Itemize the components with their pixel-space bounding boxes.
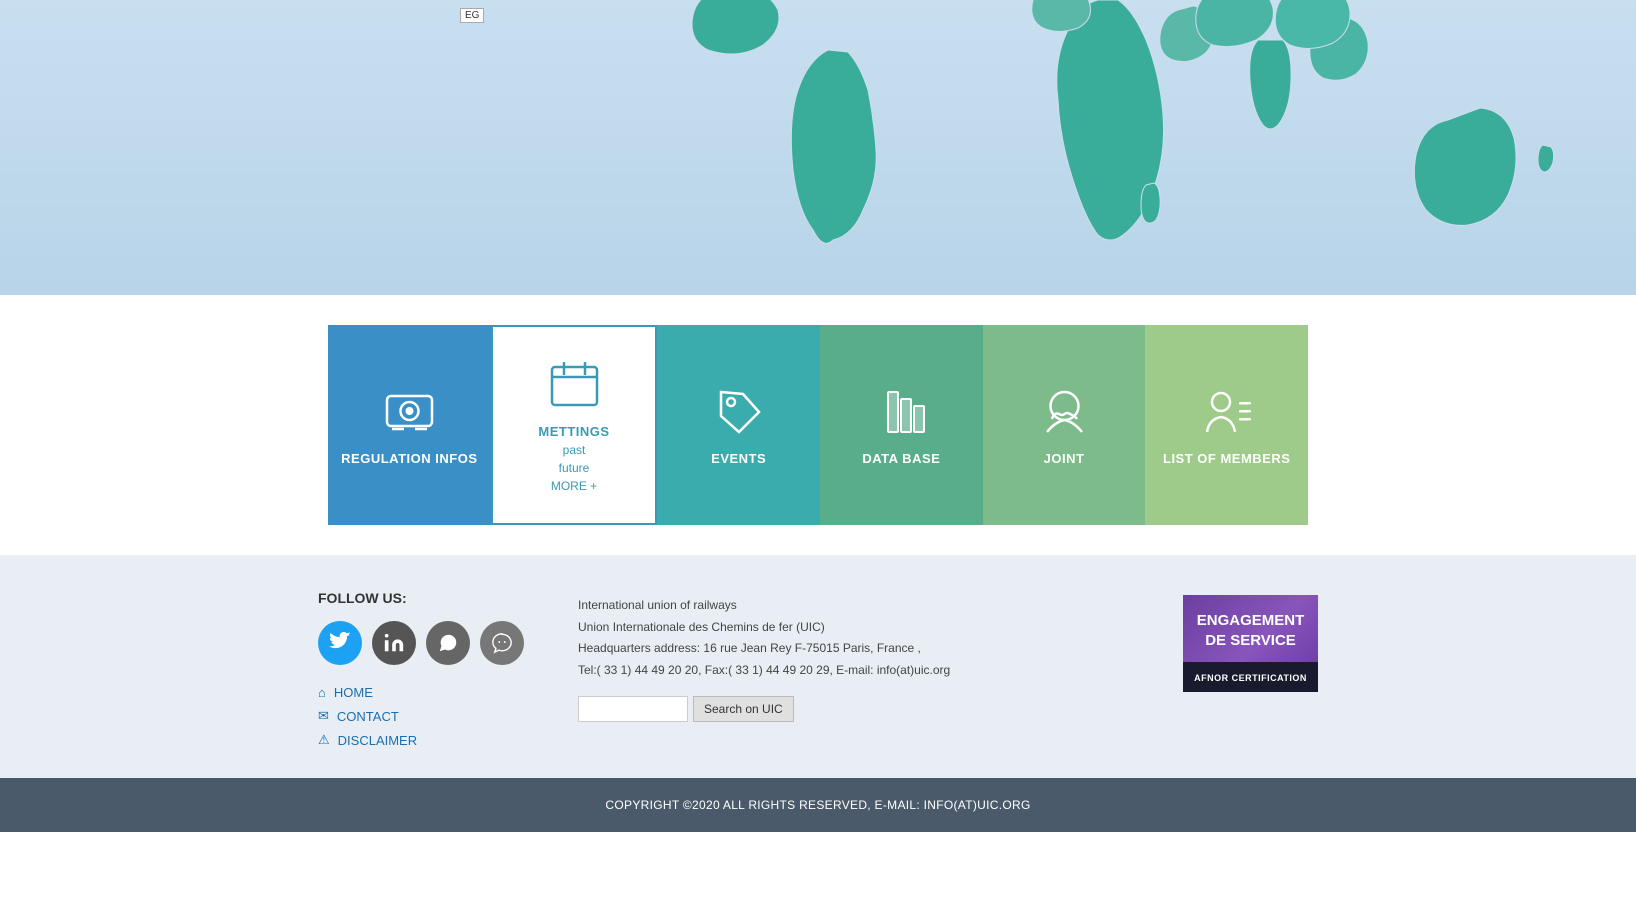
card-joint[interactable]: JOINT [983, 325, 1146, 525]
card-database[interactable]: DATA BASE [820, 325, 983, 525]
eye-icon [382, 384, 437, 439]
certification-badge: ENGAGEMENT DE SERVICE AFNOR CERTIFICATIO… [1183, 595, 1318, 692]
footer-middle: International union of railways Union In… [578, 590, 1118, 748]
envelope-icon: ✉ [318, 708, 329, 724]
calendar-icon [547, 357, 602, 412]
card-database-title: DATA BASE [862, 451, 940, 466]
home-icon: ⌂ [318, 685, 326, 700]
cards-section: REGULATION INFOS METTINGS past future MO… [0, 295, 1636, 555]
twitter-icon[interactable] [318, 621, 362, 665]
card-mettings-more: MORE + [551, 479, 597, 493]
footer-nav: ⌂ HOME ✉ CONTACT ⚠ DISCLAIMER [318, 685, 538, 748]
card-list-of-members-title: LIST OF MEMBERS [1163, 451, 1290, 466]
wechat-icon[interactable] [480, 621, 524, 665]
search-row: Search on UIC [578, 696, 1118, 722]
cards-container: REGULATION INFOS METTINGS past future MO… [328, 325, 1308, 525]
follow-label: FOLLOW US: [318, 590, 538, 606]
database-icon [874, 384, 929, 439]
world-map [598, 0, 1636, 295]
person-list-icon [1199, 384, 1254, 439]
org-name-fr: Union Internationale des Chemins de fer … [578, 617, 1118, 639]
card-joint-title: JOINT [1044, 451, 1085, 466]
org-info: International union of railways Union In… [578, 595, 1118, 681]
card-regulation-infos[interactable]: REGULATION INFOS [328, 325, 491, 525]
footer-right: ENGAGEMENT DE SERVICE AFNOR CERTIFICATIO… [1158, 590, 1318, 748]
warning-icon: ⚠ [318, 732, 330, 748]
search-input[interactable] [578, 696, 688, 722]
cert-afnor: AFNOR CERTIFICATION [1194, 673, 1307, 683]
footer-inner: FOLLOW US: [318, 590, 1318, 778]
handshake-icon [1037, 384, 1092, 439]
cert-line1: ENGAGEMENT [1195, 611, 1306, 631]
nav-home[interactable]: ⌂ HOME [318, 685, 538, 700]
card-mettings-past: past [563, 443, 586, 457]
card-list-of-members[interactable]: LIST OF MEMBERS [1145, 325, 1308, 525]
search-button[interactable]: Search on UIC [693, 696, 794, 722]
footer-left: FOLLOW US: [318, 590, 538, 748]
cert-afnor-bar: AFNOR CERTIFICATION [1183, 662, 1318, 692]
cert-line2: DE SERVICE [1195, 631, 1306, 651]
card-events[interactable]: EVENTS [657, 325, 820, 525]
card-events-title: EVENTS [711, 451, 766, 466]
copyright-bar: COPYRIGHT ©2020 ALL RIGHTS RESERVED, E-M… [0, 778, 1636, 832]
copyright-text: COPYRIGHT ©2020 ALL RIGHTS RESERVED, E-M… [605, 798, 1030, 812]
card-mettings-title: METTINGS [538, 424, 609, 439]
tag-icon [711, 384, 766, 439]
map-section: EG [0, 0, 1636, 295]
linkedin-icon[interactable] [372, 621, 416, 665]
nav-contact[interactable]: ✉ CONTACT [318, 708, 538, 724]
card-mettings-future: future [559, 461, 590, 475]
org-contact-info: Tel:( 33 1) 44 49 20 20, Fax:( 33 1) 44 … [578, 660, 1118, 682]
nav-disclaimer-label: DISCLAIMER [338, 733, 417, 748]
org-headquarters: Headquarters address: 16 rue Jean Rey F-… [578, 638, 1118, 660]
nav-home-label: HOME [334, 685, 373, 700]
card-regulation-infos-title: REGULATION INFOS [341, 451, 477, 466]
social-icons [318, 621, 538, 665]
eg-label: EG [460, 8, 484, 23]
nav-disclaimer[interactable]: ⚠ DISCLAIMER [318, 732, 538, 748]
footer-section: FOLLOW US: [0, 555, 1636, 778]
nav-contact-label: CONTACT [337, 709, 399, 724]
org-name: International union of railways [578, 595, 1118, 617]
whatsapp-icon[interactable] [426, 621, 470, 665]
card-mettings[interactable]: METTINGS past future MORE + [491, 325, 658, 525]
